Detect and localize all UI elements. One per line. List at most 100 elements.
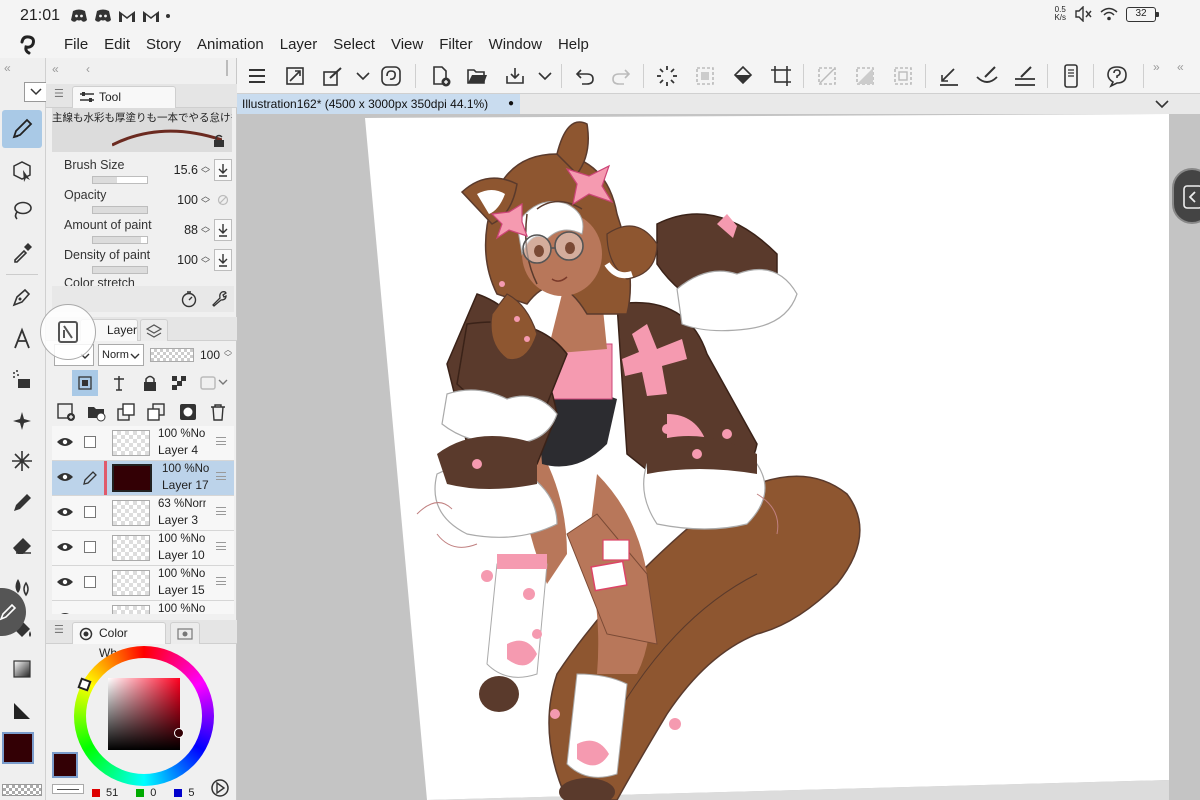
menu-story[interactable]: Story [138,32,189,58]
layer-checkbox[interactable] [84,506,96,518]
resize-canvas-icon[interactable] [281,63,309,89]
panel-grip[interactable] [226,60,228,76]
chevron-down-icon[interactable] [531,63,559,89]
lock-icon[interactable] [212,134,226,148]
tab-color-history[interactable] [170,622,200,644]
transfer-down-icon[interactable] [116,402,136,422]
menu-animation[interactable]: Animation [189,32,272,58]
smartphone-connect-icon[interactable] [1057,63,1085,89]
layer-mask-icon[interactable] [178,402,198,422]
text-tool-icon[interactable] [2,320,42,358]
sparkle-tool-icon[interactable] [2,402,42,440]
app-logo-icon[interactable] [0,32,56,58]
clip-layer-icon[interactable] [72,370,98,396]
transparent-color-swatch[interactable] [2,784,42,796]
eye-icon[interactable] [56,576,74,588]
lock-layer-icon[interactable] [142,374,158,392]
fill-pen-tool-icon[interactable] [2,484,42,522]
spin-arrows[interactable]: ︿ ﹀ [224,346,232,362]
ruler-pen-icon[interactable] [935,63,963,89]
tab-tool-property[interactable]: Tool Property [72,86,176,124]
eyedropper-tool-icon[interactable] [2,234,42,272]
floating-panel-button[interactable] [40,304,96,360]
collapse-panel-icon[interactable]: ‹ [86,62,90,76]
chevron-down-icon[interactable] [349,63,377,89]
collapse-right-icon[interactable]: » [1153,60,1160,74]
lock-transparent-icon[interactable] [170,374,188,392]
eye-icon[interactable] [56,506,74,518]
transform-icon[interactable] [767,63,795,89]
mask-options-icon[interactable] [200,374,228,392]
expand-panel-icon[interactable]: « [52,62,59,76]
layer-row[interactable]: 100 %No Layer 10 [52,531,234,566]
amount-of-paint-slider[interactable]: Amount of paint 88 ︿ ﹀ [52,216,234,246]
opacity-slider[interactable]: Opacity 100 ︿ ﹀ [52,186,234,216]
deselect-icon[interactable] [889,63,917,89]
layer-checkbox[interactable] [84,436,96,448]
spin-arrows[interactable]: ︿ ﹀ [201,222,210,239]
density-of-paint-slider[interactable]: Density of paint 100 ︿ ﹀ [52,246,234,276]
menu-help[interactable]: Help [550,32,597,58]
material-icon[interactable] [319,63,347,89]
eye-icon[interactable] [56,436,74,448]
hue-ring[interactable] [74,646,214,786]
loading-spinner-icon[interactable] [653,63,681,89]
open-folder-icon[interactable] [463,63,491,89]
canvas-area[interactable] [237,114,1200,800]
menu-window[interactable]: Window [481,32,550,58]
timer-icon[interactable] [180,290,198,308]
expand-right-icon[interactable]: « [1177,60,1184,74]
lasso-tool-icon[interactable] [2,192,42,230]
pressure-download-icon[interactable] [214,219,232,241]
reference-layer-icon[interactable] [110,374,128,392]
layer-checkbox[interactable] [84,576,96,588]
layer-row[interactable]: 100 %Nor Layer 4 [52,426,234,461]
pressure-download-icon[interactable] [214,249,232,271]
tab-layer-property[interactable] [140,319,168,341]
eye-icon[interactable] [56,611,74,614]
pen-nib-tool-icon[interactable] [2,278,42,316]
spin-arrows[interactable]: ︿ ﹀ [201,162,210,179]
main-color-swatch[interactable] [2,732,34,764]
color-stretch-slider[interactable]: Color stretch [52,274,234,286]
merge-down-icon[interactable] [146,402,166,422]
save-icon[interactable] [501,63,529,89]
airbrush-tool-icon[interactable] [2,360,42,398]
menu-select[interactable]: Select [325,32,383,58]
color-main-swatch[interactable] [52,752,78,778]
hamburger-menu-icon[interactable] [243,63,271,89]
layer-drag-handle[interactable] [216,542,226,550]
help-icon[interactable] [1103,63,1131,89]
document-tab[interactable]: Illustration162* (4500 x 3000px 350dpi 4… [237,94,520,114]
sv-cursor[interactable] [174,728,184,738]
menu-filter[interactable]: Filter [431,32,480,58]
panel-menu-icon[interactable]: ☰ [54,87,64,100]
canvas-viewport[interactable] [237,114,1200,800]
perspective-ruler-icon[interactable] [1011,63,1039,89]
frame-border-tool-icon[interactable] [2,692,42,730]
blend-mode-dropdown[interactable]: Norm [98,344,144,366]
color-mode-icon[interactable] [210,778,230,798]
layer-opacity-slider[interactable] [150,348,194,362]
eraser-tool-icon[interactable] [2,526,42,564]
redo-icon[interactable] [607,63,635,89]
pressure-download-icon[interactable] [214,159,232,181]
menu-edit[interactable]: Edit [96,32,138,58]
eye-icon[interactable] [56,471,74,483]
tab-color-wheel[interactable]: Color Wheel [72,622,166,660]
layer-row-selected[interactable]: 100 %No Layer 17 [52,461,234,496]
tab-list-chevron-icon[interactable] [1155,98,1169,110]
layer-checkbox[interactable] [84,541,96,553]
delete-layer-icon[interactable] [208,402,228,422]
gradient-tool-icon[interactable] [2,650,42,688]
menu-file[interactable]: File [56,32,96,58]
layer-drag-handle[interactable] [216,507,226,515]
eye-icon[interactable] [56,541,74,553]
color-transparent-swatch[interactable] [52,784,84,794]
pen-tool-icon[interactable] [2,110,42,148]
layer-drag-handle[interactable] [216,437,226,445]
panel-menu-icon[interactable]: ☰ [54,623,64,636]
layer-row[interactable]: 63 %Norm Layer 3 [52,496,234,531]
saturation-value-square[interactable] [108,678,180,750]
brush-snap-icon[interactable] [973,63,1001,89]
